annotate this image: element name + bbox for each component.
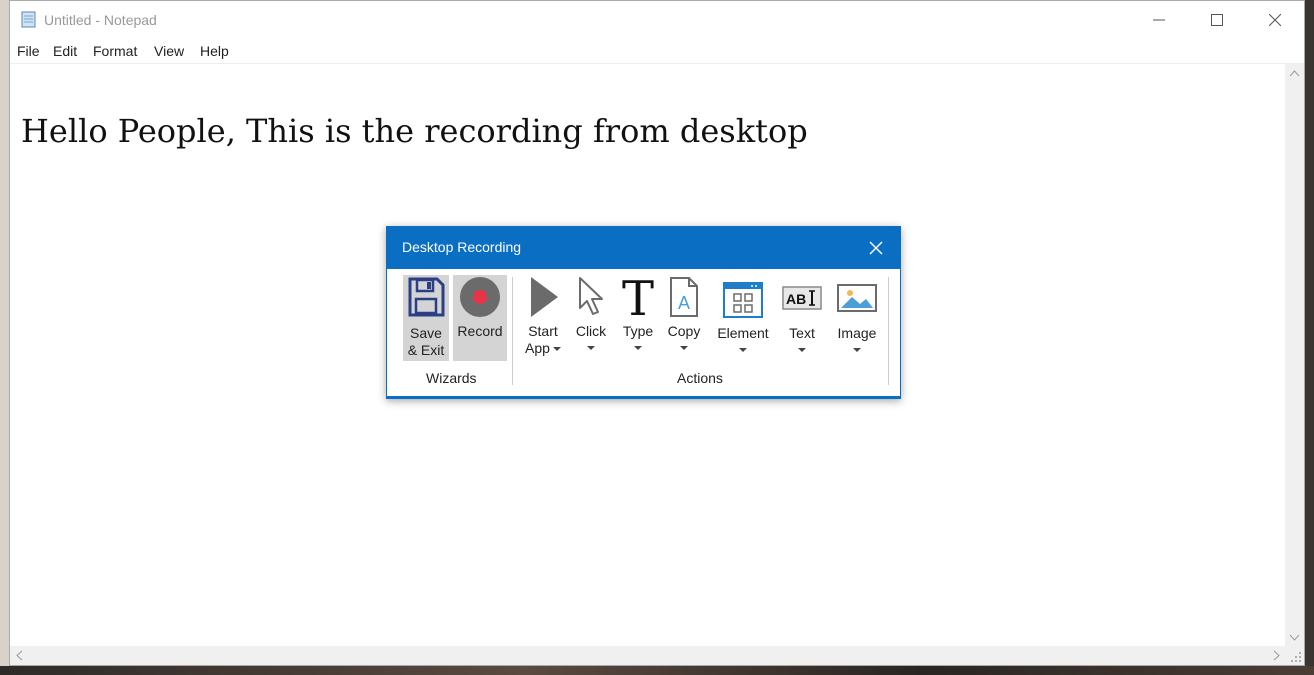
- start-app-label-line2: App: [525, 340, 550, 356]
- text-label: Text: [789, 325, 815, 341]
- svg-text:A: A: [678, 293, 690, 313]
- element-dropdown-icon: [739, 348, 747, 352]
- start-app-label-line1: Start: [528, 323, 558, 339]
- click-label: Click: [575, 323, 607, 339]
- desktop-background-bottom: [0, 666, 1314, 675]
- scroll-up-icon[interactable]: [1285, 64, 1304, 84]
- record-label: Record: [457, 323, 503, 339]
- start-app-button[interactable]: Start App: [520, 275, 566, 357]
- image-label: Image: [837, 325, 877, 341]
- desktop-recording-dialog: Desktop Recording Save & Exit Record Wiz…: [386, 226, 901, 399]
- dialog-title-bar: Desktop Recording: [387, 227, 900, 269]
- menu-file[interactable]: File: [17, 43, 40, 59]
- editor-content: Hello People, This is the recording from…: [21, 112, 808, 150]
- dialog-close-icon[interactable]: [867, 239, 885, 257]
- copy-button[interactable]: A Copy: [663, 275, 705, 350]
- scroll-right-icon[interactable]: [1266, 646, 1286, 665]
- element-label: Element: [717, 325, 769, 341]
- title-bar: Untitled - Notepad: [10, 1, 1304, 39]
- record-icon: [460, 277, 500, 317]
- desktop-background: [0, 0, 9, 675]
- text-dropdown-icon: [798, 348, 806, 352]
- menu-format[interactable]: Format: [93, 43, 137, 59]
- copy-document-icon: A: [670, 277, 698, 317]
- play-icon: [531, 277, 558, 317]
- menu-help[interactable]: Help: [200, 43, 229, 59]
- resize-grip[interactable]: [1285, 646, 1304, 665]
- menu-edit[interactable]: Edit: [53, 43, 77, 59]
- menu-view[interactable]: View: [154, 43, 184, 59]
- start-app-dropdown-icon: [552, 347, 561, 352]
- type-button[interactable]: T Type: [617, 275, 659, 350]
- svg-text:AB: AB: [786, 291, 806, 307]
- save-exit-label-line2: & Exit: [407, 342, 445, 358]
- cursor-icon: [579, 277, 603, 315]
- group-label-actions: Actions: [677, 370, 723, 386]
- copy-label: Copy: [667, 323, 701, 339]
- menu-bar: File Edit Format View Help: [10, 39, 1304, 64]
- maximize-icon: [1211, 14, 1223, 26]
- vertical-scrollbar[interactable]: [1285, 64, 1304, 647]
- notepad-icon: [21, 11, 36, 28]
- scroll-left-icon[interactable]: [10, 646, 30, 665]
- minimize-button[interactable]: [1130, 1, 1188, 39]
- minimize-icon: [1153, 19, 1165, 21]
- group-separator: [512, 277, 513, 385]
- dialog-bottom-border: [387, 396, 900, 398]
- horizontal-scrollbar[interactable]: [10, 646, 1286, 665]
- floppy-disk-icon: [408, 277, 445, 317]
- image-picture-icon: [837, 284, 877, 312]
- type-t-icon: T: [622, 275, 654, 319]
- image-dropdown-icon: [853, 348, 861, 352]
- element-window-icon: [723, 282, 763, 318]
- image-button[interactable]: Image: [832, 275, 882, 352]
- text-abi-icon: AB: [782, 286, 822, 310]
- resize-grip-icon: [1291, 652, 1301, 662]
- click-dropdown-icon: [587, 346, 595, 350]
- click-button[interactable]: Click: [570, 275, 612, 350]
- element-button[interactable]: Element: [713, 275, 773, 352]
- save-exit-button[interactable]: Save & Exit: [403, 275, 449, 361]
- close-icon: [1269, 14, 1281, 26]
- scroll-down-icon[interactable]: [1285, 627, 1304, 647]
- group-separator-end: [888, 277, 889, 385]
- save-exit-label-line1: Save: [410, 325, 442, 341]
- type-dropdown-icon: [634, 346, 642, 350]
- group-label-wizards: Wizards: [426, 370, 477, 386]
- copy-dropdown-icon: [680, 346, 688, 350]
- svg-text:T: T: [622, 275, 654, 319]
- dialog-title: Desktop Recording: [402, 239, 522, 255]
- maximize-button[interactable]: [1188, 1, 1246, 39]
- type-label: Type: [622, 323, 654, 339]
- window-title: Untitled - Notepad: [44, 12, 157, 28]
- close-button[interactable]: [1246, 1, 1304, 39]
- record-button[interactable]: Record: [453, 275, 507, 361]
- text-button[interactable]: AB Text: [780, 275, 824, 352]
